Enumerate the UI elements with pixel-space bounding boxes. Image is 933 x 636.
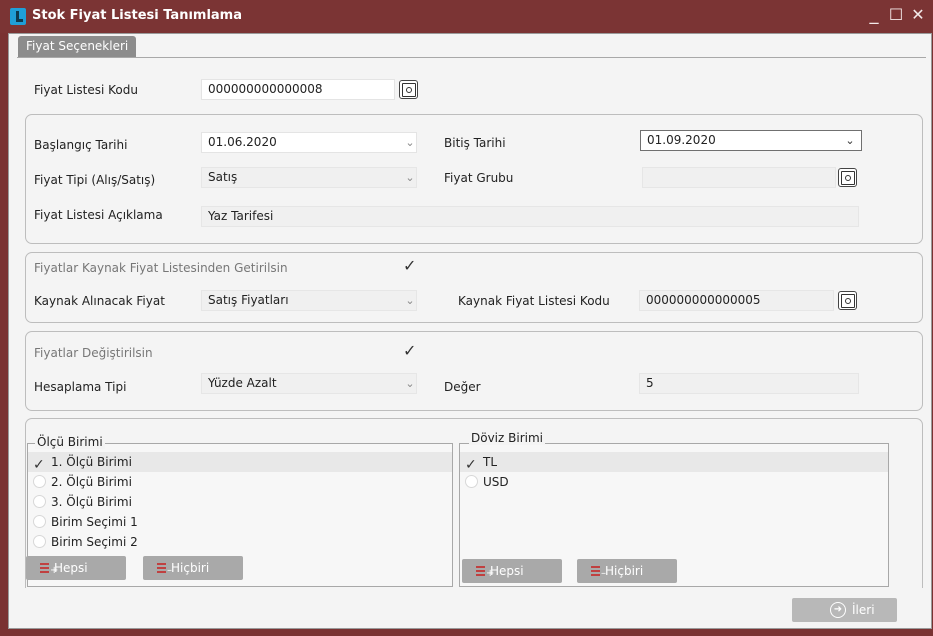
browse-icon[interactable] <box>838 168 857 187</box>
price-list-code-label: Fiyat Listesi Kodu <box>34 83 138 97</box>
modify-panel <box>25 331 923 411</box>
tab-divider <box>17 57 926 58</box>
checkmark-icon: ✓ <box>403 341 417 360</box>
unit-item-label: Birim Seçimi 2 <box>51 535 138 549</box>
source-price-list-code-label: Kaynak Fiyat Listesi Kodu <box>458 294 610 308</box>
list-item[interactable]: Birim Seçimi 1 <box>28 512 452 532</box>
list-item[interactable]: USD <box>460 472 888 492</box>
unit-checkbox[interactable] <box>33 535 46 548</box>
unit-list: ✓ 1. Ölçü Birimi 2. Ölçü Birimi 3. Ölçü … <box>28 452 452 552</box>
currency-checkbox[interactable] <box>465 475 478 488</box>
minimize-button[interactable]: _ <box>865 4 883 26</box>
unit-checkbox[interactable] <box>33 475 46 488</box>
unit-item-label: 1. Ölçü Birimi <box>51 455 132 469</box>
chevron-down-icon[interactable]: ⌄ <box>403 133 417 152</box>
select-all-icon: + <box>40 560 58 576</box>
source-price-label: Kaynak Alınacak Fiyat <box>34 294 165 308</box>
prices-changed-checkbox[interactable]: ✓ <box>403 343 416 359</box>
unit-item-label: Birim Seçimi 1 <box>51 515 138 529</box>
checkmark-icon: ✓ <box>403 256 417 275</box>
price-list-description-field[interactable]: Yaz Tarifesi <box>201 206 859 227</box>
currency-list: ✓ TL USD <box>460 452 888 520</box>
start-date-label: Başlangıç Tarihi <box>34 138 128 152</box>
arrow-right-circle-icon: ➜ <box>830 602 846 618</box>
price-type-select[interactable]: Satış <box>201 167 417 188</box>
chevron-down-icon[interactable]: ⌄ <box>403 168 417 187</box>
window-content: Fiyat Seçenekleri Fiyat Listesi Kodu 000… <box>8 33 932 629</box>
price-list-code-field[interactable]: 000000000000008 <box>201 79 395 100</box>
prices-changed-label: Fiyatlar Değiştirilsin <box>34 346 153 360</box>
unit-group-title: Ölçü Birimi <box>35 435 105 449</box>
currency-item-label: USD <box>483 475 509 489</box>
unit-checkbox[interactable] <box>33 515 46 528</box>
value-label: Değer <box>444 380 481 394</box>
source-price-select[interactable]: Satış Fiyatları <box>201 290 417 311</box>
price-list-description-label: Fiyat Listesi Açıklama <box>34 208 163 222</box>
calc-type-label: Hesaplama Tipi <box>34 380 127 394</box>
app-logo-icon <box>10 8 26 25</box>
price-group-field[interactable] <box>642 167 836 188</box>
chevron-down-icon[interactable]: ⌄ <box>403 374 417 393</box>
currency-group-title: Döviz Birimi <box>469 431 545 445</box>
currency-select-none-button[interactable]: – Hiçbiri <box>577 559 677 583</box>
currency-checkbox[interactable]: ✓ <box>465 455 478 473</box>
list-item[interactable]: 3. Ölçü Birimi <box>28 492 452 512</box>
browse-icon[interactable] <box>399 80 418 99</box>
close-button[interactable]: ✕ <box>909 4 927 26</box>
select-all-icon: + <box>476 563 494 579</box>
unit-select-none-button[interactable]: – Hiçbiri <box>143 556 243 580</box>
browse-icon[interactable] <box>838 291 857 310</box>
tab-fiyat-secenekleri[interactable]: Fiyat Seçenekleri <box>18 36 137 57</box>
unit-item-label: 3. Ölçü Birimi <box>51 495 132 509</box>
end-date-field[interactable]: 01.09.2020 <box>640 130 862 151</box>
value-field[interactable]: 5 <box>639 373 859 394</box>
price-type-label: Fiyat Tipi (Alış/Satış) <box>34 173 156 187</box>
list-item[interactable]: ✓ TL <box>460 452 888 473</box>
list-item[interactable]: Birim Seçimi 2 <box>28 532 452 552</box>
price-group-label: Fiyat Grubu <box>444 171 514 185</box>
chevron-down-icon[interactable]: ⌄ <box>403 291 417 310</box>
unit-checkbox[interactable] <box>33 495 46 508</box>
next-button[interactable]: ➜ İleri <box>792 598 897 622</box>
fetch-from-source-checkbox[interactable]: ✓ <box>403 258 416 274</box>
currency-select-all-button[interactable]: + Hepsi <box>462 559 562 583</box>
chevron-down-icon[interactable]: ⌄ <box>843 131 857 150</box>
currency-item-label: TL <box>483 455 498 469</box>
end-date-label: Bitiş Tarihi <box>444 136 506 150</box>
source-price-list-code-field[interactable]: 000000000000005 <box>639 290 834 311</box>
fetch-from-source-label: Fiyatlar Kaynak Fiyat Listesinden Getiri… <box>34 261 288 275</box>
list-item[interactable]: ✓ 1. Ölçü Birimi <box>28 452 452 473</box>
select-none-icon: – <box>591 563 606 579</box>
select-none-icon: – <box>157 560 172 576</box>
window-title: Stok Fiyat Listesi Tanımlama <box>32 8 242 23</box>
title-bar: Stok Fiyat Listesi Tanımlama _ ☐ ✕ <box>0 0 933 33</box>
unit-checkbox[interactable]: ✓ <box>33 455 46 473</box>
maximize-button[interactable]: ☐ <box>887 4 905 26</box>
start-date-field[interactable]: 01.06.2020 <box>201 132 417 153</box>
calc-type-select[interactable]: Yüzde Azalt <box>201 373 417 394</box>
unit-item-label: 2. Ölçü Birimi <box>51 475 132 489</box>
unit-select-all-button[interactable]: + Hepsi <box>26 556 126 580</box>
list-item[interactable]: 2. Ölçü Birimi <box>28 472 452 492</box>
